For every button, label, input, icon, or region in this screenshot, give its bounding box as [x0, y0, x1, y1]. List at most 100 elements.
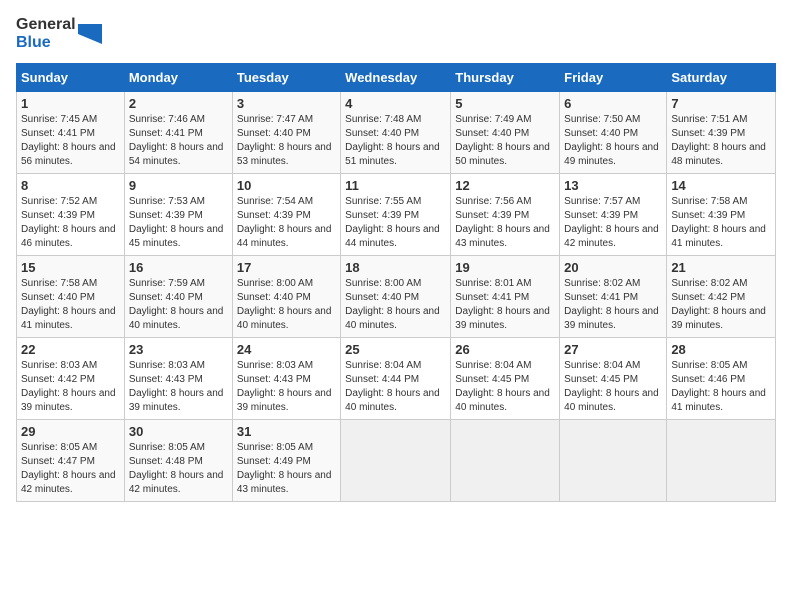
day-number: 3: [237, 96, 336, 111]
day-number: 28: [671, 342, 771, 357]
day-info: Sunrise: 7:59 AMSunset: 4:40 PMDaylight:…: [129, 278, 224, 331]
day-info: Sunrise: 8:02 AMSunset: 4:41 PMDaylight:…: [564, 278, 659, 331]
day-number: 19: [455, 260, 555, 275]
header-sunday: Sunday: [17, 64, 125, 92]
day-number: 7: [671, 96, 771, 111]
day-info: Sunrise: 7:51 AMSunset: 4:39 PMDaylight:…: [671, 114, 766, 167]
day-info: Sunrise: 8:04 AMSunset: 4:45 PMDaylight:…: [455, 360, 550, 413]
calendar-cell: 25 Sunrise: 8:04 AMSunset: 4:44 PMDaylig…: [341, 338, 451, 420]
day-number: 21: [671, 260, 771, 275]
day-number: 13: [564, 178, 662, 193]
day-number: 11: [345, 178, 446, 193]
page-header: General Blue: [16, 16, 776, 51]
day-number: 25: [345, 342, 446, 357]
week-row-4: 22 Sunrise: 8:03 AMSunset: 4:42 PMDaylig…: [17, 338, 776, 420]
calendar-cell: 24 Sunrise: 8:03 AMSunset: 4:43 PMDaylig…: [232, 338, 340, 420]
calendar-cell: 30 Sunrise: 8:05 AMSunset: 4:48 PMDaylig…: [124, 420, 232, 502]
day-number: 15: [21, 260, 120, 275]
day-number: 20: [564, 260, 662, 275]
day-info: Sunrise: 8:05 AMSunset: 4:47 PMDaylight:…: [21, 442, 116, 495]
day-number: 6: [564, 96, 662, 111]
day-info: Sunrise: 7:52 AMSunset: 4:39 PMDaylight:…: [21, 196, 116, 249]
day-info: Sunrise: 8:05 AMSunset: 4:48 PMDaylight:…: [129, 442, 224, 495]
calendar-cell: 21 Sunrise: 8:02 AMSunset: 4:42 PMDaylig…: [667, 256, 776, 338]
day-number: 16: [129, 260, 228, 275]
calendar-cell: [451, 420, 560, 502]
calendar-cell: 31 Sunrise: 8:05 AMSunset: 4:49 PMDaylig…: [232, 420, 340, 502]
week-row-5: 29 Sunrise: 8:05 AMSunset: 4:47 PMDaylig…: [17, 420, 776, 502]
day-info: Sunrise: 8:04 AMSunset: 4:45 PMDaylight:…: [564, 360, 659, 413]
calendar-cell: 27 Sunrise: 8:04 AMSunset: 4:45 PMDaylig…: [560, 338, 667, 420]
day-number: 2: [129, 96, 228, 111]
day-info: Sunrise: 8:02 AMSunset: 4:42 PMDaylight:…: [671, 278, 766, 331]
header-tuesday: Tuesday: [232, 64, 340, 92]
calendar-cell: 23 Sunrise: 8:03 AMSunset: 4:43 PMDaylig…: [124, 338, 232, 420]
day-info: Sunrise: 8:03 AMSunset: 4:43 PMDaylight:…: [237, 360, 332, 413]
calendar-cell: 3 Sunrise: 7:47 AMSunset: 4:40 PMDayligh…: [232, 92, 340, 174]
header-wednesday: Wednesday: [341, 64, 451, 92]
day-info: Sunrise: 7:46 AMSunset: 4:41 PMDaylight:…: [129, 114, 224, 167]
day-number: 27: [564, 342, 662, 357]
day-info: Sunrise: 7:58 AMSunset: 4:40 PMDaylight:…: [21, 278, 116, 331]
day-number: 12: [455, 178, 555, 193]
day-info: Sunrise: 7:58 AMSunset: 4:39 PMDaylight:…: [671, 196, 766, 249]
day-info: Sunrise: 8:03 AMSunset: 4:43 PMDaylight:…: [129, 360, 224, 413]
calendar-cell: 18 Sunrise: 8:00 AMSunset: 4:40 PMDaylig…: [341, 256, 451, 338]
calendar-cell: 2 Sunrise: 7:46 AMSunset: 4:41 PMDayligh…: [124, 92, 232, 174]
logo-general: General: [16, 16, 76, 34]
calendar-cell: 7 Sunrise: 7:51 AMSunset: 4:39 PMDayligh…: [667, 92, 776, 174]
calendar-cell: 1 Sunrise: 7:45 AMSunset: 4:41 PMDayligh…: [17, 92, 125, 174]
day-info: Sunrise: 7:47 AMSunset: 4:40 PMDaylight:…: [237, 114, 332, 167]
calendar-cell: 29 Sunrise: 8:05 AMSunset: 4:47 PMDaylig…: [17, 420, 125, 502]
day-info: Sunrise: 8:00 AMSunset: 4:40 PMDaylight:…: [345, 278, 440, 331]
week-row-2: 8 Sunrise: 7:52 AMSunset: 4:39 PMDayligh…: [17, 174, 776, 256]
day-info: Sunrise: 8:05 AMSunset: 4:49 PMDaylight:…: [237, 442, 332, 495]
calendar-cell: [667, 420, 776, 502]
calendar-cell: 15 Sunrise: 7:58 AMSunset: 4:40 PMDaylig…: [17, 256, 125, 338]
calendar-cell: 9 Sunrise: 7:53 AMSunset: 4:39 PMDayligh…: [124, 174, 232, 256]
day-info: Sunrise: 8:00 AMSunset: 4:40 PMDaylight:…: [237, 278, 332, 331]
calendar-cell: 4 Sunrise: 7:48 AMSunset: 4:40 PMDayligh…: [341, 92, 451, 174]
calendar-cell: 10 Sunrise: 7:54 AMSunset: 4:39 PMDaylig…: [232, 174, 340, 256]
logo-blue: Blue: [16, 34, 76, 52]
day-number: 29: [21, 424, 120, 439]
logo-chevron-icon: [78, 20, 102, 48]
day-number: 17: [237, 260, 336, 275]
day-info: Sunrise: 7:48 AMSunset: 4:40 PMDaylight:…: [345, 114, 440, 167]
calendar-cell: 28 Sunrise: 8:05 AMSunset: 4:46 PMDaylig…: [667, 338, 776, 420]
day-number: 18: [345, 260, 446, 275]
day-info: Sunrise: 7:45 AMSunset: 4:41 PMDaylight:…: [21, 114, 116, 167]
day-number: 8: [21, 178, 120, 193]
calendar-table: SundayMondayTuesdayWednesdayThursdayFrid…: [16, 63, 776, 502]
day-number: 31: [237, 424, 336, 439]
calendar-cell: 20 Sunrise: 8:02 AMSunset: 4:41 PMDaylig…: [560, 256, 667, 338]
calendar-cell: 17 Sunrise: 8:00 AMSunset: 4:40 PMDaylig…: [232, 256, 340, 338]
calendar-header-row: SundayMondayTuesdayWednesdayThursdayFrid…: [17, 64, 776, 92]
calendar-cell: [341, 420, 451, 502]
week-row-1: 1 Sunrise: 7:45 AMSunset: 4:41 PMDayligh…: [17, 92, 776, 174]
day-number: 30: [129, 424, 228, 439]
day-info: Sunrise: 7:56 AMSunset: 4:39 PMDaylight:…: [455, 196, 550, 249]
calendar-cell: 6 Sunrise: 7:50 AMSunset: 4:40 PMDayligh…: [560, 92, 667, 174]
calendar-cell: 11 Sunrise: 7:55 AMSunset: 4:39 PMDaylig…: [341, 174, 451, 256]
calendar-cell: 5 Sunrise: 7:49 AMSunset: 4:40 PMDayligh…: [451, 92, 560, 174]
day-info: Sunrise: 8:05 AMSunset: 4:46 PMDaylight:…: [671, 360, 766, 413]
day-info: Sunrise: 8:04 AMSunset: 4:44 PMDaylight:…: [345, 360, 440, 413]
calendar-cell: 16 Sunrise: 7:59 AMSunset: 4:40 PMDaylig…: [124, 256, 232, 338]
calendar-cell: [560, 420, 667, 502]
header-thursday: Thursday: [451, 64, 560, 92]
week-row-3: 15 Sunrise: 7:58 AMSunset: 4:40 PMDaylig…: [17, 256, 776, 338]
day-info: Sunrise: 8:03 AMSunset: 4:42 PMDaylight:…: [21, 360, 116, 413]
day-number: 22: [21, 342, 120, 357]
calendar-cell: 19 Sunrise: 8:01 AMSunset: 4:41 PMDaylig…: [451, 256, 560, 338]
day-number: 24: [237, 342, 336, 357]
day-number: 1: [21, 96, 120, 111]
day-info: Sunrise: 7:55 AMSunset: 4:39 PMDaylight:…: [345, 196, 440, 249]
header-friday: Friday: [560, 64, 667, 92]
day-info: Sunrise: 8:01 AMSunset: 4:41 PMDaylight:…: [455, 278, 550, 331]
calendar-cell: 26 Sunrise: 8:04 AMSunset: 4:45 PMDaylig…: [451, 338, 560, 420]
calendar-cell: 22 Sunrise: 8:03 AMSunset: 4:42 PMDaylig…: [17, 338, 125, 420]
calendar-cell: 8 Sunrise: 7:52 AMSunset: 4:39 PMDayligh…: [17, 174, 125, 256]
day-number: 4: [345, 96, 446, 111]
day-number: 9: [129, 178, 228, 193]
